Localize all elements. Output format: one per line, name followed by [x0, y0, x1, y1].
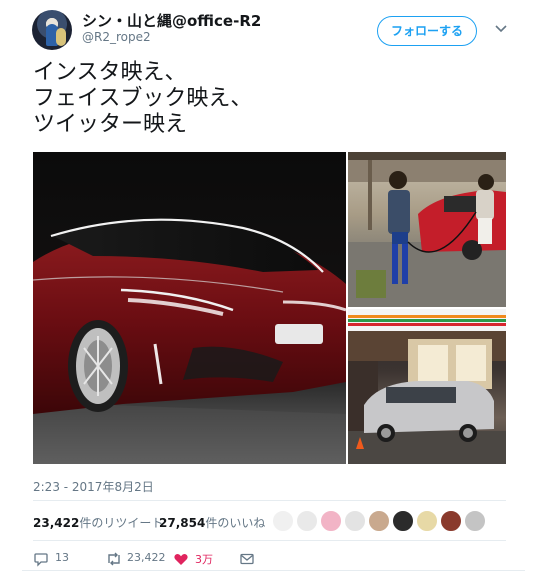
media-image-red-car[interactable] — [33, 152, 346, 464]
like-stat[interactable]: 27,854件のいいね — [159, 514, 265, 531]
tweet-header: シン・山と縄@office-R2 @R2_rope2 フォローする — [32, 10, 514, 50]
display-name[interactable]: シン・山と縄@office-R2 — [82, 10, 261, 31]
tweet-text-line: ツイッター映え — [33, 112, 188, 137]
avatar-figure-secondary — [56, 28, 66, 46]
retweet-stat-label: 件のリツイート — [79, 516, 164, 530]
tweet-text-line: フェイスブック映え、 — [33, 86, 253, 111]
retweet-icon — [108, 552, 120, 566]
retweet-stat[interactable]: 23,422件のリツイート — [33, 514, 163, 531]
media-image-store-crash[interactable] — [348, 309, 506, 464]
tweet-media-grid — [33, 152, 506, 464]
envelope-icon — [240, 553, 254, 565]
reply-count: 13 — [55, 551, 69, 564]
liker-avatar[interactable] — [272, 510, 294, 532]
liker-avatar[interactable] — [344, 510, 366, 532]
divider — [33, 500, 506, 501]
like-count: 3万 — [195, 553, 213, 566]
like-stat-label: 件のいいね — [205, 516, 266, 530]
user-handle[interactable]: @R2_rope2 — [82, 30, 151, 44]
tweet-text: インスタ映え、 フェイスブック映え、 ツイッター映え — [33, 60, 252, 138]
tweet-actions: 13 23,422 3万 — [33, 550, 333, 568]
like-stat-count: 27,854 — [159, 516, 206, 530]
liker-avatar[interactable] — [416, 510, 438, 532]
liker-avatar[interactable] — [464, 510, 486, 532]
liker-avatar[interactable] — [392, 510, 414, 532]
charging-illustration — [348, 152, 506, 307]
retweet-stat-count: 23,422 — [33, 516, 80, 530]
follow-button[interactable]: フォローする — [377, 16, 477, 46]
tweet-text-line: インスタ映え、 — [33, 60, 187, 85]
avatar[interactable] — [32, 10, 72, 50]
divider — [33, 540, 506, 541]
liker-avatar[interactable] — [440, 510, 462, 532]
tweet-stats: 23,422件のリツイート 27,854件のいいね — [33, 510, 506, 534]
retweet-count: 23,422 — [127, 551, 166, 564]
liker-avatar[interactable] — [368, 510, 390, 532]
media-image-charging[interactable] — [348, 152, 506, 307]
liker-avatar[interactable] — [296, 510, 318, 532]
liker-avatar[interactable] — [320, 510, 342, 532]
store-crash-illustration — [348, 309, 506, 464]
heart-icon — [174, 553, 188, 565]
chevron-down-icon[interactable] — [494, 22, 508, 36]
reply-icon — [34, 553, 48, 567]
tweet-timestamp[interactable]: 2:23 - 2017年8月2日 — [33, 478, 154, 495]
red-car-illustration — [33, 218, 346, 464]
